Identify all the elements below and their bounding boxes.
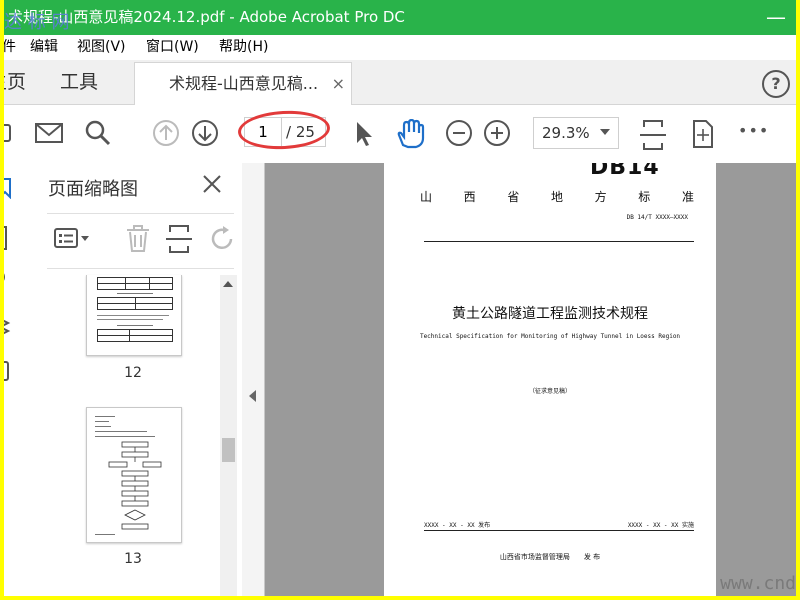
scroll-up-icon[interactable] bbox=[223, 281, 233, 287]
corner-watermark: www.cnd bbox=[720, 573, 796, 594]
minimize-button[interactable]: — bbox=[766, 0, 786, 35]
more-tools-icon[interactable]: ••• bbox=[738, 121, 769, 140]
title-bar: 术规程-山西意见稿2024.12.pdf - Adobe Acrobat Pro… bbox=[4, 0, 796, 35]
document-number: DB 14/T XXXX—XXXX bbox=[626, 214, 688, 221]
menu-view[interactable]: 视图(V) bbox=[77, 35, 126, 60]
collapse-arrow-icon bbox=[249, 390, 256, 402]
hand-tool-icon[interactable] bbox=[394, 119, 426, 149]
previous-page-icon[interactable] bbox=[152, 119, 180, 147]
close-icon[interactable] bbox=[201, 173, 223, 195]
zoom-dropdown[interactable]: 29.3% bbox=[533, 117, 619, 149]
options-menu-icon[interactable] bbox=[54, 226, 94, 252]
app-window: 术规程-山西意见稿2024.12.pdf - Adobe Acrobat Pro… bbox=[4, 0, 796, 596]
panel-divider bbox=[47, 213, 234, 214]
document-page: DB14 山 西 省 地 方 标 准 DB 14/T XXXX—XXXX 黄土公… bbox=[384, 163, 716, 596]
tab-document[interactable]: 术规程-山西意见稿... × bbox=[134, 62, 352, 105]
tab-tools[interactable]: 工具 bbox=[60, 60, 98, 104]
thumbnail-page-13[interactable] bbox=[86, 407, 182, 543]
publish-date: XXXX - XX - XX 发布 bbox=[424, 522, 491, 529]
toolbar: / 25 29.3% • bbox=[4, 105, 796, 164]
thumbnail-page-number: 13 bbox=[124, 551, 142, 567]
signature-icon[interactable] bbox=[4, 359, 14, 383]
implement-date: XXXX - XX - XX 实施 bbox=[627, 522, 694, 529]
standard-type: 山 西 省 地 方 标 准 bbox=[420, 190, 694, 204]
site-watermark: 达 标 网 bbox=[4, 12, 70, 33]
page-thumbnails-panel: 页面缩略图 12 13 bbox=[29, 163, 243, 596]
bookmark-icon[interactable] bbox=[4, 177, 14, 199]
extract-pages-icon[interactable] bbox=[166, 224, 194, 254]
page-rule bbox=[424, 241, 694, 242]
thumbnail-scrollbar[interactable] bbox=[220, 275, 237, 596]
layers-icon[interactable] bbox=[4, 315, 14, 337]
mail-icon[interactable] bbox=[34, 119, 64, 147]
panel-collapse-handle[interactable] bbox=[242, 163, 265, 596]
document-canvas: DB14 山 西 省 地 方 标 准 DB 14/T XXXX—XXXX 黄土公… bbox=[265, 163, 796, 596]
issuing-authority: 山西省市场监督管理局 发 布 bbox=[499, 553, 601, 561]
left-nav-strip bbox=[4, 163, 30, 596]
help-icon[interactable]: ? bbox=[762, 70, 790, 98]
scrollbar-thumb[interactable] bbox=[222, 438, 235, 462]
select-cursor-icon[interactable] bbox=[352, 119, 376, 147]
menu-file[interactable]: 件 bbox=[4, 35, 16, 60]
zoom-in-icon[interactable] bbox=[483, 119, 511, 147]
menu-help[interactable]: 帮助(H) bbox=[219, 35, 268, 60]
rotate-icon[interactable] bbox=[209, 225, 237, 253]
chevron-down-icon bbox=[600, 129, 610, 135]
document-title: 黄土公路隧道工程监测技术规程 bbox=[452, 306, 648, 322]
standard-code: DB14 bbox=[590, 163, 660, 180]
thumbnail-page-12[interactable] bbox=[86, 275, 182, 356]
draft-note: （征求意见稿） bbox=[528, 388, 571, 395]
document-title-english: Technical Specification for Monitoring o… bbox=[419, 333, 681, 340]
tab-home[interactable]: 主页 bbox=[4, 60, 26, 104]
zoom-out-icon[interactable] bbox=[445, 119, 473, 147]
page-rule bbox=[424, 530, 694, 531]
document-tab-label: 术规程-山西意见稿... bbox=[169, 74, 319, 93]
panel-divider bbox=[47, 268, 234, 269]
fit-page-icon[interactable] bbox=[640, 119, 666, 151]
pages-icon[interactable] bbox=[4, 225, 12, 253]
zoom-value: 29.3% bbox=[542, 124, 590, 142]
menu-bar: 件 编辑 视图(V) 窗口(W) 帮助(H) bbox=[4, 35, 796, 60]
delete-icon[interactable] bbox=[124, 224, 152, 254]
thumbnail-page-number: 12 bbox=[124, 365, 142, 381]
rotate-view-icon[interactable] bbox=[690, 119, 716, 149]
search-icon[interactable] bbox=[84, 119, 112, 147]
menu-edit[interactable]: 编辑 bbox=[30, 35, 58, 60]
print-icon[interactable] bbox=[4, 119, 18, 147]
next-page-icon[interactable] bbox=[191, 119, 219, 147]
close-tab-icon[interactable]: × bbox=[332, 63, 345, 105]
tab-bar: 主页 工具 术规程-山西意见稿... × ? bbox=[4, 60, 796, 105]
attachment-icon[interactable] bbox=[4, 267, 12, 287]
panel-title: 页面缩略图 bbox=[48, 179, 138, 200]
menu-window[interactable]: 窗口(W) bbox=[146, 35, 199, 60]
